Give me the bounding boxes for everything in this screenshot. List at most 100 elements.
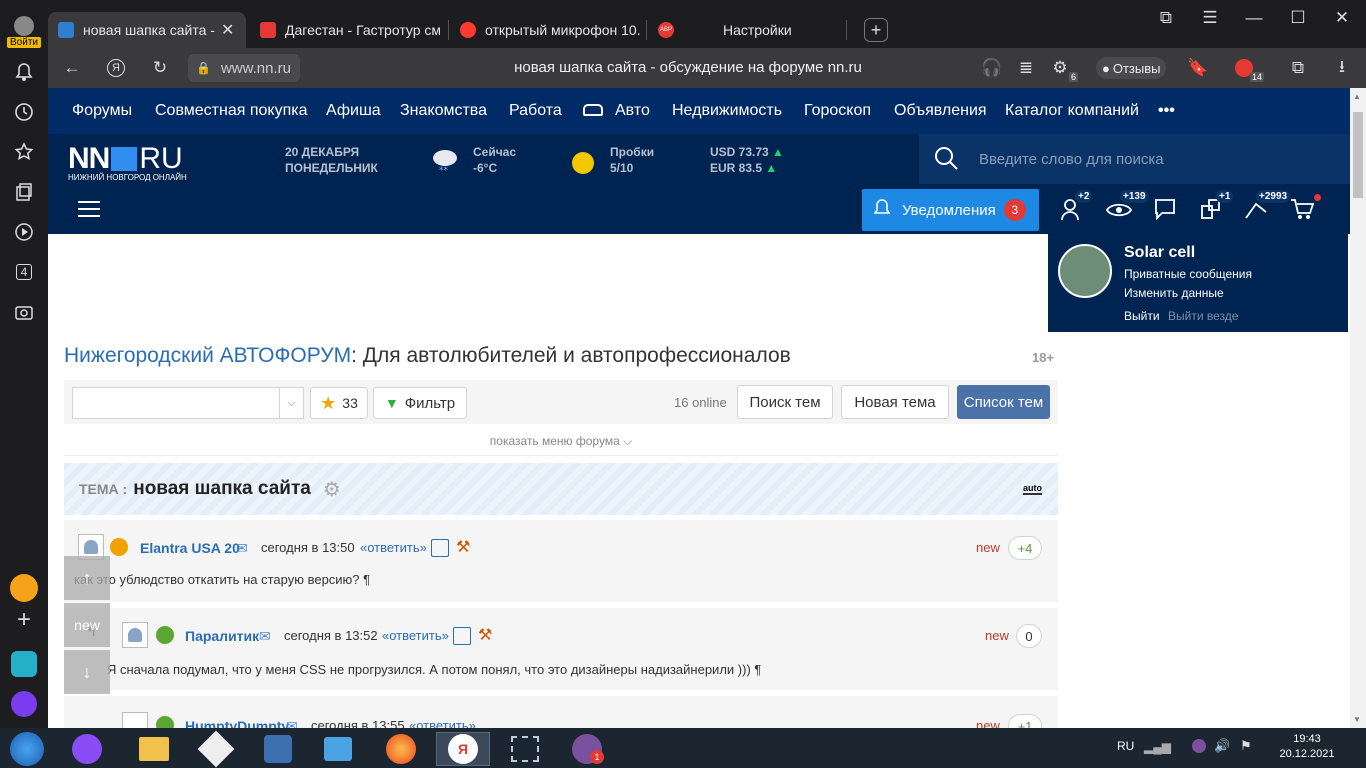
logout-link[interactable]: Выйти (1124, 309, 1160, 323)
explorer-taskbar-icon[interactable] (127, 732, 181, 766)
collections-icon[interactable] (8, 176, 40, 208)
headphones-icon[interactable]: 🎧 (980, 56, 1004, 80)
post-author[interactable]: Elantra USA 20 (140, 540, 240, 556)
logout-all-link[interactable]: Выйти везде (1168, 309, 1238, 323)
reload-icon[interactable]: ↻ (148, 56, 172, 80)
nav-item-realty[interactable]: Недвижимость (672, 102, 782, 120)
private-messages-link[interactable]: Приватные сообщения (1124, 267, 1252, 281)
weather-block[interactable]: Сейчас -6°C (473, 144, 516, 176)
favorites-button[interactable]: ★ 33 (310, 387, 368, 419)
nav-item-forums[interactable]: Форумы (72, 102, 132, 120)
new-tab-button[interactable]: + (864, 18, 888, 42)
search-bar[interactable]: Введите слово для поиска (919, 134, 1350, 184)
bell-icon[interactable] (8, 56, 40, 88)
tab-dagestan[interactable]: Дагестан - Гастротур смот (250, 12, 440, 48)
nav-item-auto[interactable]: Авто (615, 102, 650, 120)
screenshot-icon[interactable] (8, 296, 40, 328)
firefox-taskbar-icon[interactable] (374, 732, 428, 766)
media-player-taskbar-icon[interactable] (311, 732, 365, 766)
reviews-button[interactable]: ● Отзывы (1096, 57, 1167, 79)
add-panel-icon[interactable]: + (8, 604, 40, 636)
gear-icon[interactable]: ⚙ (323, 477, 341, 502)
new-topic-button[interactable]: Новая тема (841, 385, 949, 419)
gift-icon[interactable] (453, 627, 471, 645)
adblock-icon[interactable]: 14 (1232, 56, 1264, 82)
reply-link[interactable]: «ответить» (409, 718, 476, 728)
auto-badge-icon[interactable]: auto (1023, 483, 1042, 495)
post-score[interactable]: +1 (1008, 714, 1042, 728)
url-field[interactable]: 🔒 www.nn.ru (188, 54, 300, 82)
bookmark-icon[interactable]: 🔖 (1186, 56, 1210, 80)
post-score[interactable]: +4 (1008, 536, 1042, 560)
next-new-button[interactable]: new (64, 603, 110, 647)
nav-item-work[interactable]: Работа (509, 102, 562, 120)
tab-microphone[interactable]: открытый микрофон 10.1. (450, 12, 640, 48)
login-button[interactable]: Войти (7, 14, 41, 50)
alice-taskbar-icon[interactable] (60, 732, 114, 766)
avatar[interactable] (1058, 244, 1112, 298)
cart-icon[interactable] (1290, 194, 1321, 223)
close-window-icon[interactable]: ✕ (1330, 6, 1354, 30)
clock[interactable]: 19:43 20.12.2021 (1278, 733, 1336, 760)
messages-icon[interactable] (1154, 198, 1176, 223)
search-topics-button[interactable]: Поиск тем (737, 385, 833, 419)
nav-item-catalog[interactable]: Каталог компаний (1005, 102, 1139, 120)
messenger-icon[interactable] (8, 648, 40, 680)
menu-icon[interactable]: ☰ (1198, 6, 1222, 30)
back-icon[interactable]: ← (60, 56, 84, 80)
tabs-manager-icon[interactable]: ⧉ (1154, 6, 1178, 30)
history-icon[interactable] (8, 96, 40, 128)
gift-icon[interactable] (431, 539, 449, 557)
vpn-taskbar-icon[interactable] (251, 732, 305, 766)
filter-button[interactable]: ▼ Фильтр (373, 387, 467, 419)
scroll-up-arrow-icon[interactable]: ▲ (1353, 92, 1361, 101)
page-scrollbar[interactable]: ▲ ▼ (1350, 88, 1366, 728)
mail-icon[interactable]: ✉ (259, 628, 271, 645)
traffic-block[interactable]: Пробки 5/10 (610, 144, 654, 176)
currency-block[interactable]: USD 73.73 ▲ EUR 83.5 ▲ (710, 144, 784, 176)
maximize-icon[interactable]: ☐ (1286, 6, 1310, 30)
scroll-down-arrow-icon[interactable]: ▼ (1353, 715, 1361, 724)
snipping-tool-taskbar-icon[interactable] (498, 732, 552, 766)
viber-tray-icon[interactable] (1192, 739, 1206, 753)
forum-title-link[interactable]: Нижегородский АВТОФОРУМ (64, 344, 351, 367)
downloads-icon[interactable]: ⭳ (1330, 56, 1354, 80)
post-avatar[interactable] (122, 622, 148, 648)
tab-forum[interactable]: новая шапка сайта - об ✕ (48, 12, 246, 48)
forum-select-dropdown[interactable]: ⌵ (72, 387, 304, 419)
post-author[interactable]: Паралитик (185, 628, 259, 644)
scroll-up-button[interactable]: ↑ (64, 556, 110, 600)
start-button[interactable] (0, 732, 54, 766)
profile-name[interactable]: Solar cell (1124, 244, 1195, 262)
bookmarks-star-icon[interactable] (8, 136, 40, 168)
notifications-button[interactable]: Уведомления 3 (862, 189, 1039, 231)
views-eye-icon[interactable]: +139 (1105, 190, 1149, 223)
yandex-home-icon[interactable]: Я (104, 56, 128, 80)
network-icon[interactable]: ▂▄▆ (1144, 740, 1171, 754)
nav-more-icon[interactable]: ••• (1158, 102, 1175, 120)
viber-taskbar-icon[interactable]: 1 (560, 732, 614, 766)
mail-icon[interactable]: ✉ (286, 718, 298, 728)
site-logo[interactable]: NN RU НИЖНИЙ НОВГОРОД ОНЛАЙН (68, 142, 187, 182)
reply-link[interactable]: «ответить» (382, 628, 449, 643)
fox-app-taskbar-icon[interactable] (189, 730, 243, 768)
alice-icon[interactable] (8, 688, 40, 720)
topic-list-button[interactable]: Список тем (957, 385, 1050, 419)
extension-icon[interactable]: ⚙ 6 (1048, 56, 1078, 82)
search-input[interactable]: Введите слово для поиска (979, 151, 1164, 168)
reader-mode-icon[interactable]: ≣ (1014, 56, 1038, 80)
tab-settings[interactable]: ABP Настройки (648, 12, 848, 48)
action-center-icon[interactable]: ⚑ (1240, 738, 1252, 754)
minimize-icon[interactable]: — (1242, 6, 1266, 30)
nav-item-horoscope[interactable]: Гороскоп (804, 102, 871, 120)
volume-icon[interactable]: 🔊 (1214, 738, 1230, 754)
edit-profile-link[interactable]: Изменить данные (1124, 286, 1224, 300)
hammer-icon[interactable]: ⚒ (478, 625, 492, 645)
activity-icon[interactable]: +1 (1200, 190, 1234, 223)
yandex-browser-taskbar-icon[interactable]: Я (436, 732, 490, 766)
show-forum-menu[interactable]: показать меню форума ⌵ (64, 434, 1058, 456)
close-tab-icon[interactable]: ✕ (221, 20, 234, 40)
friends-icon[interactable]: +2 (1061, 190, 1093, 225)
post-author[interactable]: HumptyDumpty (185, 718, 289, 728)
nav-item-ads[interactable]: Объявления (894, 102, 987, 120)
